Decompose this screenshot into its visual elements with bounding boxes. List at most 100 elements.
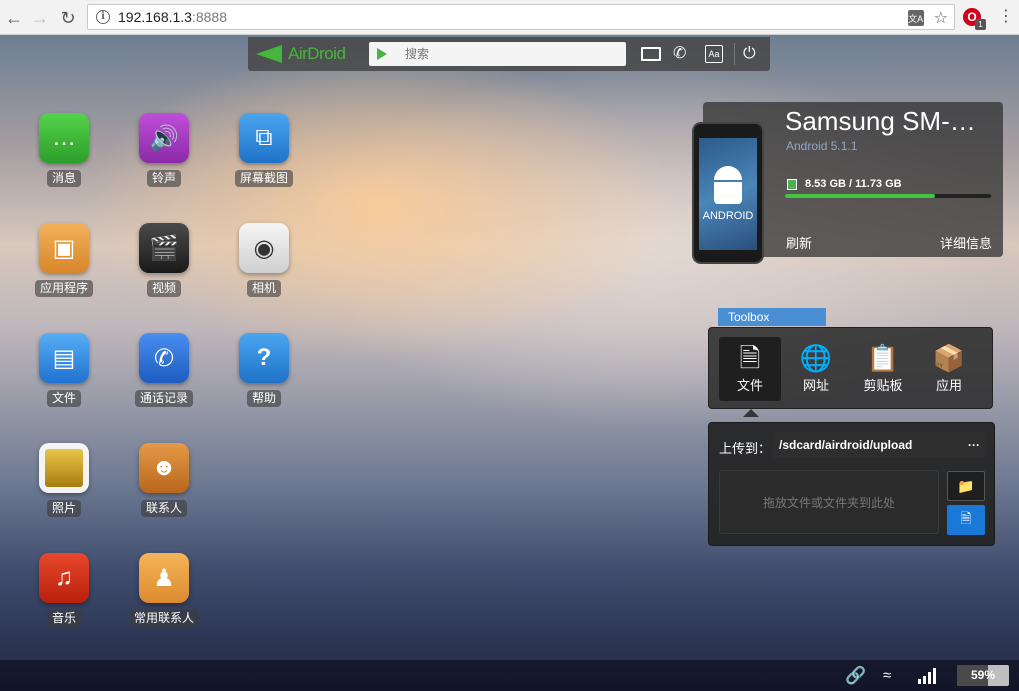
reload-icon[interactable]: ↻ — [54, 4, 82, 32]
refresh-link[interactable]: 刷新 — [786, 233, 812, 252]
app-photos[interactable]: 照片 — [19, 443, 109, 517]
speaker-icon: 🔊 — [139, 113, 189, 163]
app-label: 消息 — [46, 170, 81, 187]
file-icon: 🗎 — [739, 343, 761, 373]
app-favorite-contacts[interactable]: ♟ 常用联系人 — [119, 553, 209, 627]
google-play-icon — [377, 48, 387, 60]
url-port: :8888 — [191, 9, 228, 25]
app-label: 视频 — [146, 280, 181, 297]
signal-strength-icon — [918, 668, 936, 684]
search-input[interactable] — [405, 47, 605, 61]
app-box-icon: 📦 — [932, 343, 966, 373]
app-label: 相机 — [246, 280, 281, 297]
storage-text: 8.53 GB / 11.73 GB — [805, 178, 902, 190]
app-label: 通话记录 — [134, 390, 193, 407]
tool-apps[interactable]: 📦 应用 — [918, 337, 980, 401]
android-robot-icon — [714, 166, 742, 180]
battery-text: 59% — [970, 668, 996, 682]
app-files[interactable]: ▤ 文件 — [19, 333, 109, 407]
logo-text: AirDroid — [288, 44, 346, 63]
paper-plane-icon — [256, 45, 282, 63]
camera-icon: ◉ — [239, 223, 289, 273]
message-plus-icon[interactable] — [641, 47, 661, 61]
path-more-button[interactable]: ··· — [968, 432, 980, 458]
app-camera[interactable]: ◉ 相机 — [219, 223, 309, 297]
music-icon: ♫ — [39, 553, 89, 603]
android-version: Android 5.1.1 — [786, 139, 858, 153]
app-label: 联系人 — [140, 500, 187, 517]
forward-arrow-icon[interactable]: → — [26, 4, 54, 32]
phone-icon[interactable]: ✆ — [673, 45, 686, 63]
battery-indicator: 59% — [957, 665, 1009, 686]
bookmark-star-icon[interactable]: ☆ — [934, 8, 948, 28]
app-applications[interactable]: ▣ 应用程序 — [19, 223, 109, 297]
tool-label: 网址 — [802, 378, 829, 393]
storage-bar-fill — [785, 194, 935, 198]
tool-label: 应用 — [935, 378, 962, 393]
url-text[interactable]: 192.168.1.3:8888 — [118, 9, 227, 25]
folder-plus-icon: 📁 — [957, 477, 975, 494]
app-video[interactable]: 🎬 视频 — [119, 223, 209, 297]
tool-label: 文件 — [736, 378, 763, 393]
file-drop-zone[interactable]: 拖放文件或文件夹到此处 — [719, 470, 939, 534]
app-label: 应用程序 — [34, 280, 93, 297]
toolbar-divider — [734, 43, 735, 65]
toolbox-panel: 🗎 文件 🌐 网址 📋 剪贴板 📦 应用 — [708, 327, 993, 409]
phone-image: ANDROID — [692, 122, 764, 264]
upload-path-field[interactable]: /sdcard/airdroid/upload ··· — [773, 432, 986, 458]
info-icon[interactable]: i — [96, 10, 110, 24]
translate-icon[interactable]: 文A — [907, 10, 924, 26]
details-link[interactable]: 详细信息 — [940, 233, 992, 252]
toolbox-tab[interactable]: Toolbox — [718, 308, 826, 326]
upload-to-label: 上传到： — [719, 441, 772, 456]
crop-icon: ⧉ — [239, 113, 289, 163]
upload-folder-button[interactable]: 📁 — [947, 471, 985, 501]
help-icon: ? — [239, 333, 289, 383]
address-bar[interactable]: i 192.168.1.3:8888 文A ☆ — [87, 4, 955, 30]
upload-path-text: /sdcard/airdroid/upload — [779, 438, 913, 452]
link-icon[interactable]: 🔗 — [845, 666, 866, 686]
airdroid-toolbar: AirDroid ✆ Aa ⏻ — [248, 37, 770, 71]
tool-clipboard[interactable]: 📋 剪贴板 — [852, 337, 914, 401]
tool-label: 剪贴板 — [863, 378, 903, 393]
browser-toolbar: ← → ↻ i 192.168.1.3:8888 文A ☆ O 1 ⋮ — [0, 0, 1019, 35]
contact-book-icon: ☻ — [139, 443, 189, 493]
app-messages[interactable]: … 消息 — [19, 113, 109, 187]
file-plus-icon: 🗎 — [960, 510, 972, 526]
globe-icon: 🌐 — [799, 343, 833, 373]
app-label: 文件 — [46, 390, 81, 407]
app-ringtones[interactable]: 🔊 铃声 — [119, 113, 209, 187]
tool-files[interactable]: 🗎 文件 — [719, 337, 781, 401]
storage-info: 8.53 GB / 11.73 GB — [787, 178, 902, 190]
sd-card-icon — [787, 178, 797, 190]
browser-menu-icon[interactable]: ⋮ — [998, 8, 1014, 26]
message-icon: … — [39, 113, 89, 163]
app-label: 帮助 — [246, 390, 281, 407]
search-box[interactable] — [369, 42, 626, 66]
app-label: 屏幕截图 — [234, 170, 293, 187]
airdroid-logo: AirDroid — [256, 44, 346, 64]
back-arrow-icon[interactable]: ← — [0, 4, 28, 32]
app-contacts[interactable]: ☻ 联系人 — [119, 443, 209, 517]
app-help[interactable]: ? 帮助 — [219, 333, 309, 407]
app-call-log[interactable]: ✆ 通话记录 — [119, 333, 209, 407]
app-label: 常用联系人 — [128, 610, 199, 627]
phone-screen: ANDROID — [699, 138, 757, 250]
folder-icon: ▤ — [39, 333, 89, 383]
favorite-contacts-icon: ♟ — [139, 553, 189, 603]
app-music[interactable]: ♫ 音乐 — [19, 553, 109, 627]
app-screenshot[interactable]: ⧉ 屏幕截图 — [219, 113, 309, 187]
tool-url[interactable]: 🌐 网址 — [785, 337, 847, 401]
android-robot-body — [714, 182, 742, 204]
wifi-icon: ≈ — [883, 667, 892, 684]
upload-file-button[interactable]: 🗎 — [947, 505, 985, 535]
toolbox-caret — [743, 409, 759, 417]
font-size-icon[interactable]: Aa — [705, 45, 723, 63]
package-icon: ▣ — [39, 223, 89, 273]
storage-bar — [785, 194, 991, 198]
clipboard-icon: 📋 — [866, 343, 900, 373]
power-icon[interactable]: ⏻ — [743, 45, 756, 63]
app-label: 音乐 — [46, 610, 81, 627]
app-label: 铃声 — [146, 170, 181, 187]
url-host: 192.168.1.3 — [118, 9, 192, 25]
